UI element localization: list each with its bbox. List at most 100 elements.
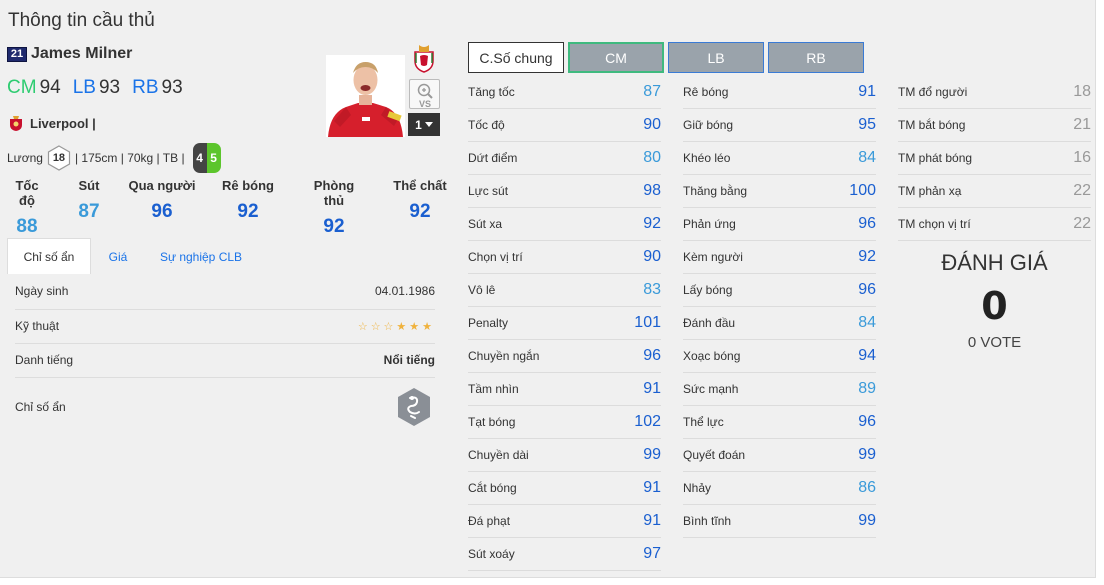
fame-value: Nổi tiếng — [383, 353, 435, 367]
attribute-value: 92 — [858, 248, 876, 265]
tab-position-cm[interactable]: CM — [568, 42, 664, 73]
attribute-label: Thể lực — [683, 415, 724, 429]
attribute-row: Chọn vị trí 90 — [468, 241, 661, 274]
compare-vs-icon: VS — [417, 83, 433, 109]
attribute-label: Tạt bóng — [468, 415, 516, 429]
attribute-row: Giữ bóng 95 — [683, 109, 876, 142]
upgrade-level-value: 1 — [415, 117, 422, 132]
position-rating-lb: LB 93 — [73, 77, 120, 99]
attribute-value: 91 — [643, 479, 661, 496]
attribute-value: 97 — [643, 545, 661, 562]
attribute-label: Giữ bóng — [683, 118, 734, 132]
attribute-value: 16 — [1073, 149, 1091, 166]
club-row: Liverpool | — [9, 114, 96, 132]
liverpool-crest-icon — [10, 116, 22, 131]
weak-foot-value: 4 — [192, 143, 207, 173]
attribute-label: Kèm người — [683, 250, 743, 264]
attribute-label: Rê bóng — [683, 85, 729, 99]
position-label: RB — [132, 77, 159, 98]
attribute-row: Thể lực 96 — [683, 406, 876, 439]
attribute-value: 90 — [643, 116, 661, 133]
attribute-value: 84 — [858, 314, 876, 331]
fame-row: Danh tiếng Nổi tiếng — [15, 351, 435, 369]
attribute-row: Phản ứng 96 — [683, 208, 876, 241]
attribute-row: Lấy bóng 96 — [683, 274, 876, 307]
main-stat: Tốc độ 88 — [7, 178, 47, 238]
skill-row: Kỹ thuật ☆☆☆★★★ — [15, 317, 435, 335]
rating-votes: 0 VOTE — [967, 334, 1022, 351]
attribute-value: 99 — [858, 446, 876, 463]
position-rating-rb: RB 93 — [132, 77, 183, 99]
tab-price[interactable]: Giá — [99, 238, 137, 275]
main-stat: Qua người 96 — [128, 178, 196, 223]
season-badge: 21 — [7, 46, 27, 62]
compare-button[interactable]: VS — [409, 79, 440, 109]
attribute-value: 90 — [643, 248, 661, 265]
attribute-value: 99 — [643, 446, 661, 463]
main-stat: Phòng thủ 92 — [302, 178, 366, 238]
player-photo — [326, 55, 405, 137]
attribute-row: TM phát bóng 16 — [898, 142, 1091, 175]
foot-rating: 4 5 — [192, 143, 221, 173]
attribute-label: Quyết đoán — [683, 448, 746, 462]
attribute-label: Lấy bóng — [683, 283, 733, 297]
attribute-row: Xoạc bóng 94 — [683, 340, 876, 373]
salary-badge: 18 — [47, 145, 71, 171]
main-stat-label: Sút — [78, 178, 100, 193]
main-stat-value: 96 — [151, 201, 173, 222]
attribute-row: Lực sút 98 — [468, 175, 661, 208]
divider — [15, 377, 435, 378]
attribute-value: 83 — [643, 281, 661, 298]
main-stat: Rê bóng 92 — [221, 178, 275, 223]
attribute-row: Tạt bóng 102 — [468, 406, 661, 439]
salary-value: 18 — [52, 152, 66, 164]
attribute-value: 99 — [858, 512, 876, 529]
position-ratings: CM 94 LB 93 RB 93 — [7, 77, 183, 99]
rating-value: 0 — [981, 284, 1008, 328]
tab-position-rb[interactable]: RB — [768, 42, 864, 73]
attribute-value: 96 — [858, 215, 876, 232]
upgrade-level-dropdown[interactable]: 1 — [408, 113, 440, 136]
main-stat-label: Qua người — [128, 178, 196, 193]
attribute-row: TM chọn vị trí 22 — [898, 208, 1091, 241]
attribute-label: Đánh đầu — [683, 316, 736, 330]
attribute-label: TM chọn vị trí — [898, 217, 971, 231]
attribute-label: Đá phạt — [468, 514, 511, 528]
tab-general-stats[interactable]: C.Số chung — [468, 42, 564, 73]
attribute-value: 98 — [643, 182, 661, 199]
divider — [15, 343, 435, 344]
attribute-row: Rê bóng 91 — [683, 76, 876, 109]
attribute-value: 22 — [1073, 182, 1091, 199]
attribute-value: 91 — [858, 83, 876, 100]
attribute-row: Khéo léo 84 — [683, 142, 876, 175]
tab-hidden-stats[interactable]: Chỉ số ẩn — [7, 238, 91, 275]
attribute-value: 101 — [634, 314, 661, 331]
main-stat-label: Thể chất — [393, 178, 447, 193]
main-stat-label: Phòng thủ — [313, 178, 355, 208]
position-value: 93 — [161, 77, 183, 98]
main-stat-value: 92 — [237, 201, 259, 222]
attribute-row: Tăng tốc 87 — [468, 76, 661, 109]
attribute-row: Vô lê 83 — [468, 274, 661, 307]
rating-title: ĐÁNH GIÁ — [941, 250, 1048, 275]
caret-down-icon — [424, 122, 433, 127]
attribute-label: TM phản xạ — [898, 184, 962, 198]
tab-club-career[interactable]: Sự nghiệp CLB — [151, 238, 251, 275]
main-stat-value: 87 — [78, 201, 100, 222]
main-stat-label: Tốc độ — [15, 178, 39, 208]
attribute-label: Tăng tốc — [468, 85, 515, 99]
attribute-value: 18 — [1073, 83, 1091, 100]
attribute-row: Tốc độ 90 — [468, 109, 661, 142]
attribute-row: Thăng bằng 100 — [683, 175, 876, 208]
attribute-row: TM đổ người 18 — [898, 76, 1091, 109]
player-name-row: 21 James Milner — [7, 45, 132, 63]
attribute-row: Đá phạt 91 — [468, 505, 661, 538]
attribute-value: 86 — [858, 479, 876, 496]
attribute-label: Chọn vị trí — [468, 250, 523, 264]
tab-position-lb[interactable]: LB — [668, 42, 764, 73]
attribute-row: Penalty 101 — [468, 307, 661, 340]
attribute-row: TM phản xạ 22 — [898, 175, 1091, 208]
trait-snake-icon[interactable] — [395, 386, 433, 428]
attribute-value: 80 — [643, 149, 661, 166]
physical-info: | 175cm | 70kg | TB | — [74, 151, 185, 165]
